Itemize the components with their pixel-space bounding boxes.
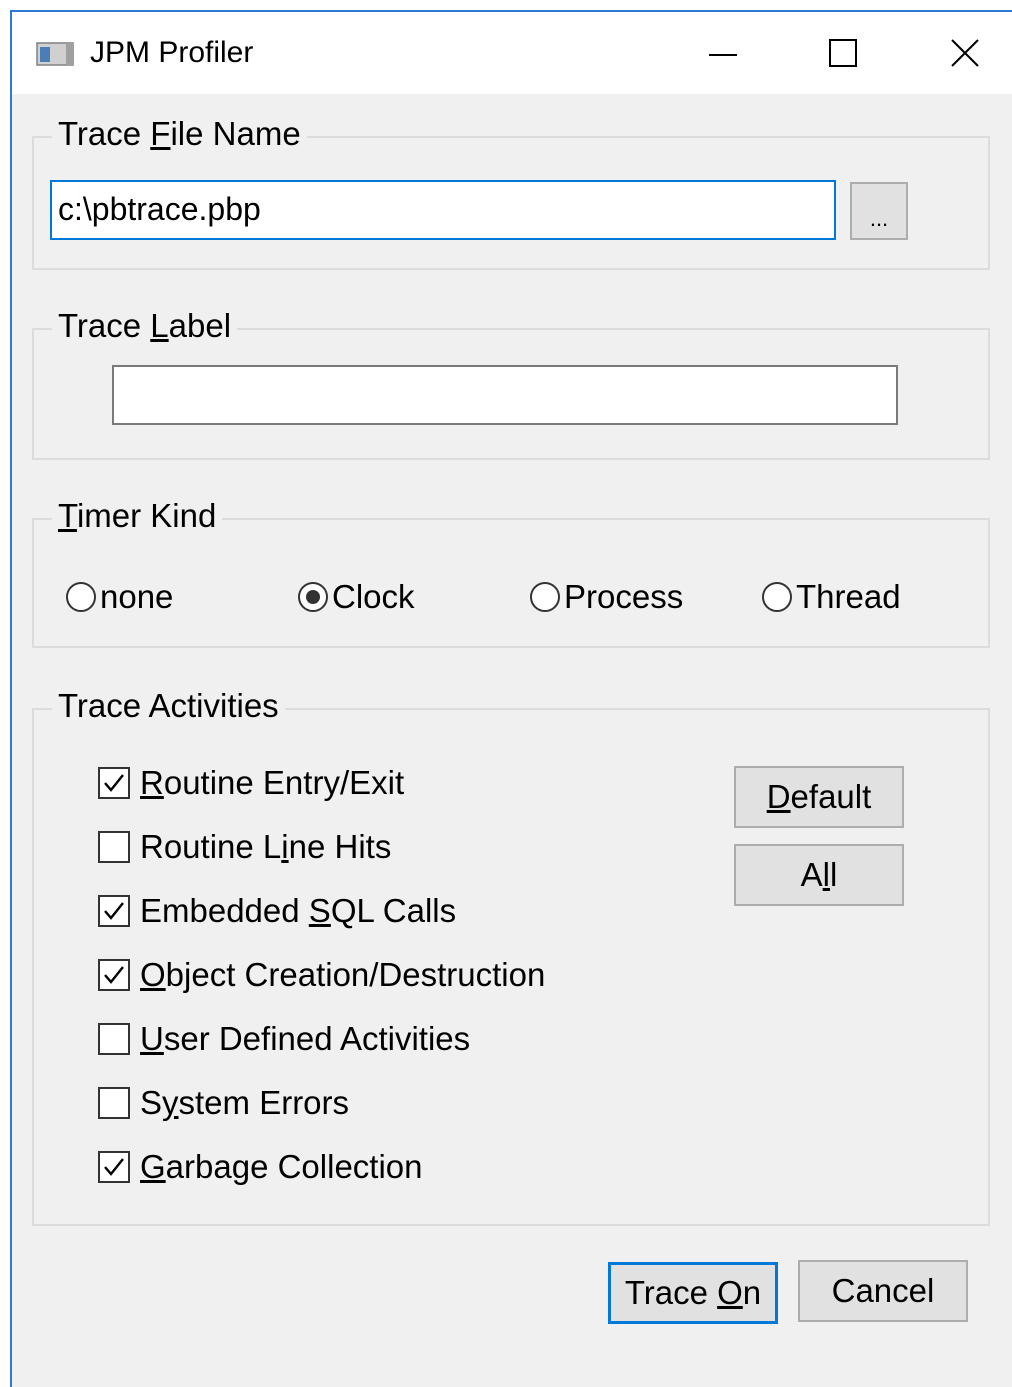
cancel-button[interactable]: Cancel — [798, 1260, 968, 1322]
radio-label: Process — [564, 578, 684, 615]
checkbox-label: Routine Entry/Exit — [140, 764, 405, 801]
checkbox-system-errors[interactable]: System Errors — [98, 1084, 349, 1122]
checkmark-icon — [104, 966, 124, 984]
maximize-button[interactable] — [808, 28, 878, 78]
trace-file-legend: Trace File Name — [52, 114, 307, 154]
all-button[interactable]: All — [734, 844, 904, 906]
radio-circle — [298, 582, 328, 612]
timer-radio-none[interactable]: none — [66, 578, 173, 616]
default-button[interactable]: Default — [734, 766, 904, 828]
trace-on-label: Trace On — [624, 1274, 762, 1311]
checkbox-label: Embedded SQL Calls — [140, 892, 457, 929]
trace-on-button[interactable]: Trace On — [608, 1262, 778, 1324]
checkmark-icon — [104, 1158, 124, 1176]
maximize-icon — [829, 39, 857, 67]
radio-label: Clock — [332, 578, 415, 615]
checkbox-box — [98, 767, 130, 799]
checkbox-routine-line-hits[interactable]: Routine Line Hits — [98, 828, 391, 866]
window-title: JPM Profiler — [90, 36, 254, 69]
close-icon — [951, 39, 979, 67]
app-icon — [36, 42, 74, 66]
title-bar[interactable]: JPM Profiler — [12, 12, 1012, 94]
trace-label-input[interactable] — [112, 365, 898, 425]
radio-circle — [530, 582, 560, 612]
checkbox-object-creation-destruction[interactable]: Object Creation/Destruction — [98, 956, 545, 994]
checkbox-user-defined-activities[interactable]: User Defined Activities — [98, 1020, 470, 1058]
checkbox-label: Routine Line Hits — [140, 828, 392, 865]
checkbox-box — [98, 1151, 130, 1183]
radio-label: none — [100, 578, 174, 615]
radio-selected-dot — [306, 590, 320, 604]
all-button-label: All — [800, 856, 838, 893]
checkbox-label: Garbage Collection — [140, 1148, 423, 1185]
minimize-button[interactable] — [688, 28, 758, 78]
checkmark-icon — [104, 774, 124, 792]
checkbox-garbage-collection[interactable]: Garbage Collection — [98, 1148, 423, 1186]
checkbox-box — [98, 1023, 130, 1055]
checkbox-embedded-sql-calls[interactable]: Embedded SQL Calls — [98, 892, 456, 930]
radio-circle — [762, 582, 792, 612]
timer-radio-clock[interactable]: Clock — [298, 578, 415, 616]
timer-radio-thread[interactable]: Thread — [762, 578, 901, 616]
timer-kind-legend: Timer Kind — [52, 496, 223, 536]
checkbox-label: System Errors — [140, 1084, 350, 1121]
checkbox-label: Object Creation/Destruction — [140, 956, 546, 993]
checkmark-icon — [104, 902, 124, 920]
trace-file-input[interactable]: c:\pbtrace.pbp — [50, 180, 836, 240]
timer-radio-process[interactable]: Process — [530, 578, 683, 616]
browse-button[interactable]: ... — [850, 182, 908, 240]
default-button-label: Default — [766, 778, 872, 815]
trace-activities-legend: Trace Activities — [52, 686, 285, 726]
close-button[interactable] — [930, 28, 1000, 78]
radio-label: Thread — [796, 578, 901, 615]
checkbox-routine-entry-exit[interactable]: Routine Entry/Exit — [98, 764, 404, 802]
checkbox-box — [98, 895, 130, 927]
dialog-window: JPM Profiler Trace File Name c:\pbtrace.… — [10, 10, 1012, 1387]
checkbox-label: User Defined Activities — [140, 1020, 471, 1057]
minimize-icon — [709, 54, 737, 56]
radio-circle — [66, 582, 96, 612]
checkbox-box — [98, 959, 130, 991]
trace-label-legend: Trace Label — [52, 306, 238, 346]
checkbox-box — [98, 1087, 130, 1119]
checkbox-box — [98, 831, 130, 863]
